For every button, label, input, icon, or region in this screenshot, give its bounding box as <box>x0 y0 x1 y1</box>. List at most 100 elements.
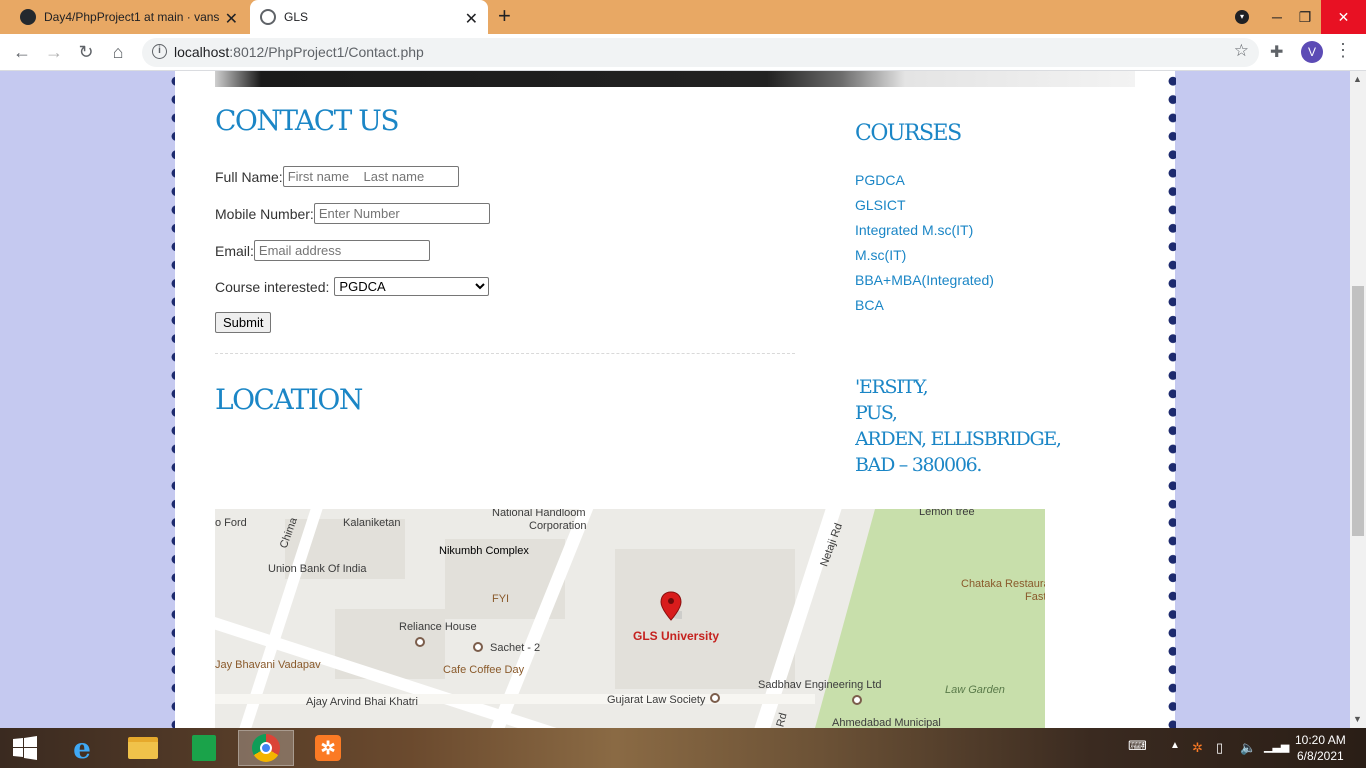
network-icon[interactable]: ▁▃▅ <box>1264 740 1289 753</box>
back-icon[interactable]: ← <box>10 40 34 64</box>
mobile-row: Mobile Number: <box>215 203 490 224</box>
page-viewport: CONTACT US Full Name: Mobile Number: Ema… <box>0 71 1350 728</box>
map-label: Rd <box>774 711 790 728</box>
tab-title: GLS <box>284 10 309 24</box>
course-link-bba-mba[interactable]: BBA+MBA(Integrated) <box>855 271 994 296</box>
map-label: Union Bank Of India <box>268 563 367 575</box>
course-link-bca[interactable]: BCA <box>855 296 994 321</box>
map-label: Reliance House <box>399 621 477 633</box>
volume-icon[interactable]: 🔈 <box>1240 740 1256 756</box>
map-label: Kalaniketan <box>343 517 401 529</box>
map-label: Sadbhav Engineering Ltd <box>758 679 882 691</box>
map-label: Lemon tree <box>919 509 975 518</box>
location-map[interactable]: o Ford Kalaniketan National Handloom Cor… <box>215 509 1045 728</box>
close-tab-icon[interactable]: ✕ <box>465 9 478 29</box>
tab-search-icon[interactable]: ▾ <box>1228 0 1256 34</box>
map-label: Nikumbh Complex <box>439 545 529 557</box>
globe-icon <box>260 9 276 25</box>
poi-marker[interactable] <box>710 693 720 703</box>
github-icon <box>20 9 36 25</box>
map-label: Jay Bhavani Vadapav <box>215 659 321 671</box>
course-select[interactable]: PGDCA <box>334 277 490 296</box>
windows-start-icon[interactable] <box>0 730 50 766</box>
right-dotted-border <box>1168 71 1176 728</box>
tab-title: Day4/PhpProject1 at main · vansh <box>44 10 219 24</box>
system-clock[interactable]: 10:20 AM 6/8/2021 <box>1295 732 1346 764</box>
full-name-label: Full Name: <box>215 168 283 185</box>
tab-github[interactable]: Day4/PhpProject1 at main · vansh ✕ <box>10 0 248 34</box>
email-row: Email: <box>215 240 430 261</box>
poi-marker[interactable] <box>852 695 862 705</box>
new-tab-icon[interactable]: + <box>498 5 511 27</box>
windows-taskbar: e ✲ ⌨ ▲ ✲ ▯ 🔈 ▁▃▅ 10:20 AM 6/8/2021 <box>0 728 1366 768</box>
mobile-field[interactable] <box>313 203 490 224</box>
map-label-gls: GLS University <box>633 629 720 643</box>
scroll-down-icon[interactable]: ▼ <box>1353 714 1362 724</box>
address-bar[interactable]: i localhost:8012/PhpProject1/Contact.php… <box>142 38 1259 67</box>
address-line: ARDEN, ELLISBRIDGE, <box>855 428 1062 450</box>
courses-list: PGDCA GLSICT Integrated M.sc(IT) M.sc(IT… <box>855 171 994 321</box>
course-row: Course interested: PGDCA <box>215 277 490 296</box>
url-text: localhost:8012/PhpProject1/Contact.php <box>174 44 424 60</box>
window-close-icon[interactable]: ✕ <box>1321 0 1366 34</box>
course-link-glsict[interactable]: GLSICT <box>855 196 994 221</box>
map-label: Cafe Coffee Day <box>443 664 525 676</box>
site-info-icon[interactable]: i <box>152 44 167 59</box>
course-label: Course interested: <box>215 278 330 295</box>
profile-avatar[interactable]: V <box>1301 41 1323 63</box>
close-tab-icon[interactable]: ✕ <box>225 9 238 29</box>
address-line: PUS, <box>855 402 898 424</box>
maximize-icon[interactable]: ❐ <box>1290 0 1320 34</box>
course-link-integrated-msc[interactable]: Integrated M.sc(IT) <box>855 221 994 246</box>
forward-icon[interactable]: → <box>42 40 66 64</box>
extensions-icon[interactable]: ✚ <box>1270 42 1283 62</box>
home-icon[interactable]: ⌂ <box>106 40 130 64</box>
file-explorer-icon[interactable] <box>115 730 171 766</box>
location-heading: LOCATION <box>215 383 363 416</box>
courses-heading: COURSES <box>855 121 962 146</box>
minimize-icon[interactable]: ─ <box>1262 0 1292 34</box>
map-label: Corporation <box>529 520 587 532</box>
clock-time: 10:20 AM <box>1295 733 1346 747</box>
browser-tab-strip: Day4/PhpProject1 at main · vansh ✕ GLS ✕… <box>0 0 1366 34</box>
xampp-icon[interactable]: ✲ <box>300 730 356 766</box>
contact-heading: CONTACT US <box>215 104 400 137</box>
reload-icon[interactable]: ↻ <box>74 40 98 64</box>
course-link-msc[interactable]: M.sc(IT) <box>855 246 994 271</box>
email-field[interactable] <box>253 240 430 261</box>
header-photo <box>215 71 1135 87</box>
email-label: Email: <box>215 242 254 259</box>
page-scrollbar[interactable]: ▲ ▼ <box>1350 71 1366 728</box>
poi-marker[interactable] <box>415 637 425 647</box>
poi-marker[interactable] <box>473 642 483 652</box>
scroll-up-icon[interactable]: ▲ <box>1353 74 1362 84</box>
xampp-tray-icon[interactable]: ✲ <box>1192 740 1203 756</box>
address-block: 'ERSITY, PUS, ARDEN, ELLISBRIDGE, BAD – … <box>855 374 1075 478</box>
keyboard-icon[interactable]: ⌨ <box>1128 738 1147 754</box>
address-line: BAD – 380006. <box>855 454 982 476</box>
full-name-field[interactable] <box>282 166 459 187</box>
location-pin-icon[interactable] <box>660 591 682 621</box>
chrome-icon[interactable] <box>238 730 294 766</box>
map-label: Ahmedabad Municipal <box>832 717 941 728</box>
scroll-thumb[interactable] <box>1352 286 1364 536</box>
map-label: Fast F <box>1025 591 1045 603</box>
course-link-pgdca[interactable]: PGDCA <box>855 171 994 196</box>
browser-menu-icon[interactable]: ⋮ <box>1334 41 1352 59</box>
map-label: National Handloom <box>492 509 586 519</box>
map-label: FYI <box>492 593 510 605</box>
store-icon[interactable] <box>176 730 232 766</box>
submit-button[interactable]: Submit <box>215 312 272 333</box>
map-road <box>215 694 815 704</box>
device-icon[interactable]: ▯ <box>1216 740 1223 756</box>
map-label: Ajay Arvind Bhai Khatri <box>306 696 418 708</box>
internet-explorer-icon[interactable]: e <box>54 730 110 766</box>
section-divider <box>215 353 795 354</box>
mobile-label: Mobile Number: <box>215 205 314 222</box>
map-label: Gujarat Law Society <box>607 694 706 706</box>
map-label: o Ford <box>215 517 247 529</box>
tray-expand-icon[interactable]: ▲ <box>1170 740 1180 751</box>
map-label: Sachet - 2 <box>490 642 541 654</box>
bookmark-star-icon[interactable]: ☆ <box>1234 41 1249 61</box>
tab-gls[interactable]: GLS ✕ <box>250 0 488 34</box>
